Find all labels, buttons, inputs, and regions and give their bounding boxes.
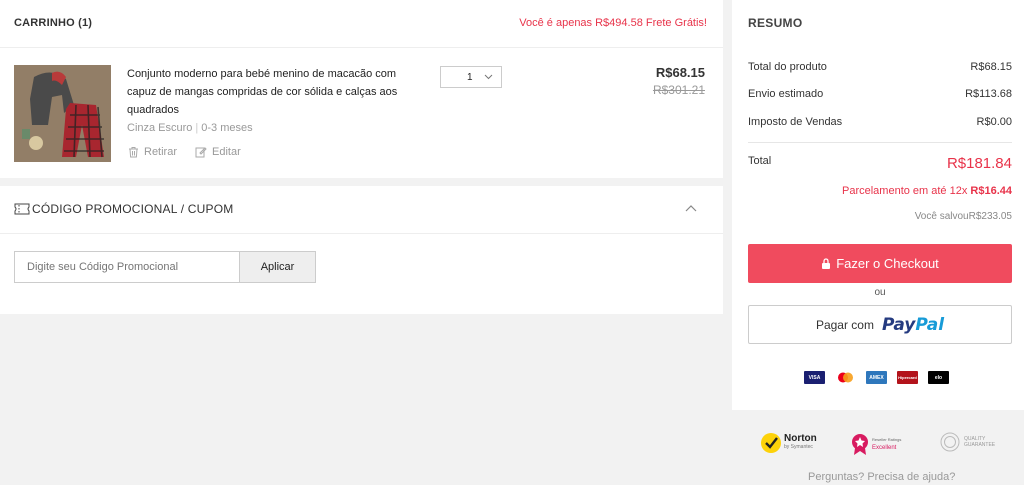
norton-label: Norton [784, 433, 817, 444]
summary-row-label: Envio estimado [748, 88, 824, 100]
chevron-up-icon[interactable] [685, 204, 697, 212]
quality-label: QUALITY GUARANTEE [964, 436, 996, 448]
apply-coupon-button[interactable]: Aplicar [239, 251, 316, 283]
original-price: R$301.21 [652, 83, 705, 97]
elo-label: elo [934, 374, 943, 381]
chevron-down-icon [484, 74, 493, 80]
visa-label: VISA [808, 374, 821, 381]
reseller-label: Reseller Ratings [872, 437, 902, 442]
cart-header: CARRINHO (1) Você é apenas R$494.58 Fret… [0, 0, 723, 48]
item-actions: Retirar Editar [128, 146, 259, 158]
paypal-logo: PayPal [882, 315, 944, 335]
paypal-button[interactable]: Pagar com PayPal [748, 305, 1012, 344]
summary-row-value: R$113.68 [965, 88, 1012, 100]
saved-label: Você salvou [914, 211, 969, 222]
variant-color: Cinza Escuro [127, 122, 193, 134]
cart-item: Conjunto moderno para bebé menino de mac… [0, 49, 723, 177]
free-shipping-notice: Você é apenas R$494.58 Frete Grátis! [519, 17, 707, 29]
summary-row-value: R$0.00 [976, 116, 1012, 128]
edit-button[interactable]: Editar [195, 146, 241, 158]
trust-badges: Norton by Symantec Reseller Ratings Exce… [760, 432, 1024, 462]
product-name[interactable]: Conjunto moderno para bebé menino de mac… [127, 65, 417, 119]
hipercard-icon: Hipercard [897, 371, 918, 384]
hipercard-label: Hipercard [898, 375, 917, 380]
checkout-button[interactable]: Fazer o Checkout [748, 244, 1012, 283]
mastercard-icon [835, 371, 856, 384]
paypal-prefix: Pagar com [815, 317, 874, 332]
edit-icon [195, 147, 207, 158]
installment-info: Parcelamento em até 12x R$16.44 [842, 185, 1012, 197]
or-separator: ou [874, 287, 886, 298]
coupon-title: CÓDIGO PROMOCIONAL / CUPOM [14, 202, 233, 216]
trash-icon [129, 147, 138, 158]
visa-icon: VISA [804, 371, 825, 384]
amex-icon: AMEX [866, 371, 887, 384]
help-link[interactable]: Perguntas? Precisa de ajuda? [808, 471, 955, 483]
norton-sub: by Symantec [784, 444, 813, 450]
cart-panel: CARRINHO (1) Você é apenas R$494.58 Fret… [0, 0, 723, 178]
amex-label: AMEX [869, 374, 884, 381]
reseller-ratings-badge: Reseller Ratings Excellent [850, 432, 901, 456]
savings-info: Você salvouR$233.05 [915, 211, 1012, 222]
coupon-panel: CÓDIGO PROMOCIONAL / CUPOM Aplicar [0, 186, 723, 314]
summary-divider [748, 142, 1012, 143]
paypal-logo-pay: Pay [881, 314, 916, 335]
norton-check-icon [761, 433, 781, 453]
checkout-label: Fazer o Checkout [836, 256, 939, 271]
summary-row-label: Total do produto [748, 61, 827, 73]
saved-value: R$233.05 [968, 211, 1012, 222]
total-label: Total [748, 155, 772, 167]
coupon-input[interactable] [14, 251, 240, 283]
quality-seal-icon [940, 432, 960, 452]
current-price: R$68.15 [655, 65, 705, 80]
award-icon [852, 434, 868, 455]
quantity-value: 1 [467, 71, 473, 83]
installment-text: Parcelamento em até 12x [842, 185, 971, 197]
summary-row-product: Total do produto R$68.15 [748, 61, 1012, 73]
installment-value: R$16.44 [970, 185, 1012, 197]
product-thumbnail[interactable] [14, 65, 111, 162]
edit-label: Editar [212, 146, 241, 158]
lock-icon [822, 258, 831, 269]
norton-badge: Norton by Symantec [760, 432, 817, 454]
cart-column: CARRINHO (1) Você é apenas R$494.58 Fret… [0, 0, 723, 314]
remove-button[interactable]: Retirar [128, 146, 177, 158]
elo-icon: elo [928, 371, 949, 384]
summary-row-label: Imposto de Vendas [748, 116, 843, 128]
summary-row-tax: Imposto de Vendas R$0.00 [748, 116, 1012, 128]
summary-row-value: R$68.15 [970, 61, 1012, 73]
coupon-header[interactable]: CÓDIGO PROMOCIONAL / CUPOM [0, 186, 723, 234]
quality-guarantee-badge: QUALITY GUARANTEE [940, 432, 1004, 452]
remove-label: Retirar [144, 146, 178, 158]
variant-separator: | [195, 122, 199, 134]
payment-methods: VISA AMEX Hipercard elo [804, 371, 949, 384]
summary-title: RESUMO [748, 16, 803, 30]
summary-panel: RESUMO Total do produto R$68.15 Envio es… [732, 0, 1024, 410]
variant-size: 0-3 meses [201, 122, 253, 134]
coupon-title-text: CÓDIGO PROMOCIONAL / CUPOM [32, 202, 234, 216]
summary-row-shipping: Envio estimado R$113.68 [748, 88, 1012, 100]
product-variant: Cinza Escuro | 0-3 meses [127, 122, 253, 134]
total-value: R$181.84 [946, 155, 1012, 172]
ticket-icon [14, 203, 30, 215]
cart-title: CARRINHO (1) [14, 17, 93, 29]
reseller-sub: Excellent [872, 445, 897, 451]
quantity-select[interactable]: 1 [440, 66, 502, 88]
paypal-logo-pal: Pal [915, 314, 945, 335]
